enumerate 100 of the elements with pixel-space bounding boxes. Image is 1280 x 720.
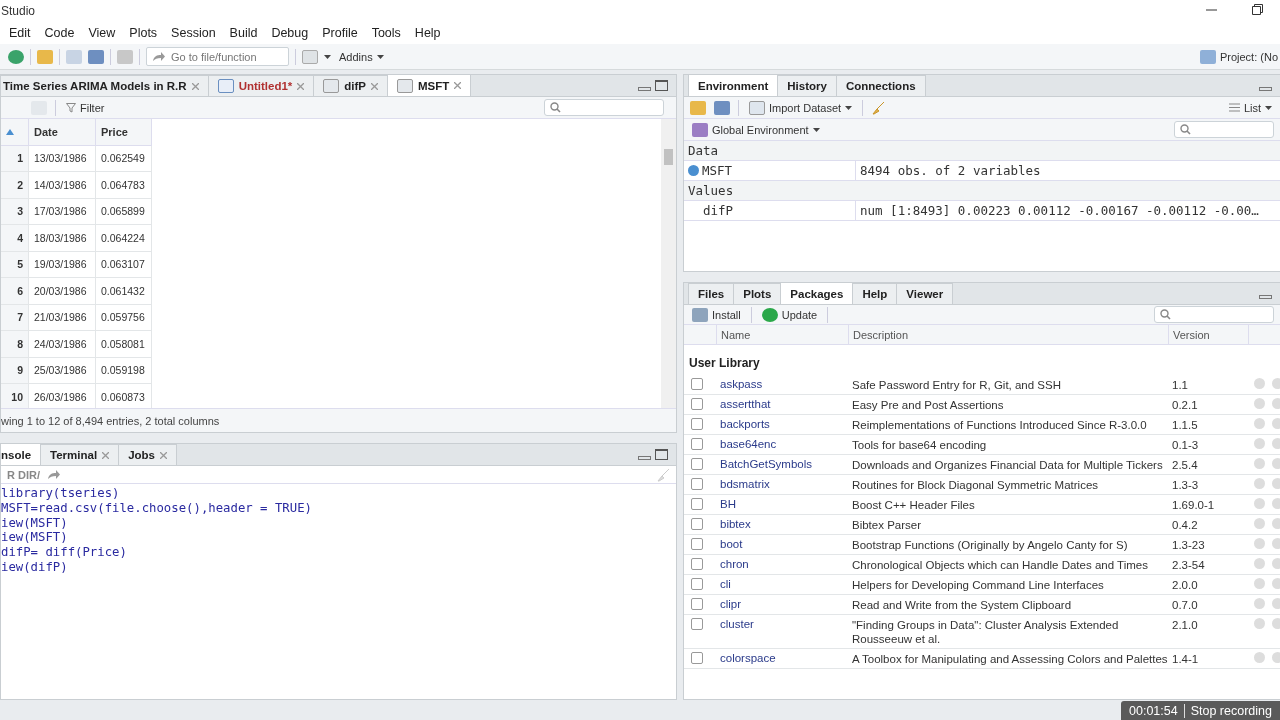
pane-tab[interactable]: Plots xyxy=(733,283,782,304)
package-link[interactable]: boot xyxy=(716,538,848,550)
column-header[interactable]: Price xyxy=(96,119,152,146)
column-header[interactable] xyxy=(1,119,29,146)
package-checkbox[interactable] xyxy=(691,478,703,490)
go-to-file-field[interactable]: Go to file/function xyxy=(146,47,289,66)
package-checkbox[interactable] xyxy=(691,598,703,610)
close-icon[interactable] xyxy=(297,82,305,90)
package-link[interactable]: assertthat xyxy=(716,398,848,410)
package-description: Reimplementations of Functions Introduced Since R-3.0.0 xyxy=(851,418,1148,432)
console-tab[interactable]: nsole xyxy=(1,444,42,465)
console-tab[interactable]: Jobs xyxy=(118,444,177,465)
update-button[interactable]: Update xyxy=(759,307,820,322)
variable-name[interactable]: MSFT xyxy=(702,163,733,178)
table-cell: 0.063107 xyxy=(96,251,152,278)
package-checkbox[interactable] xyxy=(691,538,703,550)
package-checkbox[interactable] xyxy=(691,518,703,530)
minimize-icon[interactable] xyxy=(638,456,651,460)
package-checkbox[interactable] xyxy=(691,498,703,510)
pane-tab[interactable]: Help xyxy=(852,283,898,304)
package-checkbox[interactable] xyxy=(691,558,703,570)
install-button[interactable]: Install xyxy=(690,307,743,322)
package-checkbox[interactable] xyxy=(691,438,703,450)
pane-tab[interactable]: Environment xyxy=(688,75,779,96)
close-icon[interactable] xyxy=(159,451,167,459)
search-field[interactable] xyxy=(1154,306,1274,323)
menu-item[interactable]: Tools xyxy=(364,26,408,40)
package-description: A Toolbox for Manipulating and Assessing Colors and Palettes xyxy=(851,652,1168,666)
package-checkbox[interactable] xyxy=(691,418,703,430)
variable-name[interactable]: difP xyxy=(703,203,734,218)
package-link[interactable]: BatchGetSymbols xyxy=(716,458,848,470)
package-link[interactable]: cli xyxy=(716,578,848,590)
table-cell: 0.065899 xyxy=(96,198,152,225)
menu-item[interactable]: Debug xyxy=(264,26,316,40)
sort-icon xyxy=(6,128,14,135)
broom-icon[interactable] xyxy=(871,100,886,115)
package-checkbox[interactable] xyxy=(691,458,703,470)
table-cell: 0.061432 xyxy=(96,278,152,305)
search-field[interactable] xyxy=(544,99,664,116)
restore-icon[interactable] xyxy=(1251,4,1263,15)
console-tab[interactable]: Terminal xyxy=(40,444,120,465)
package-checkbox[interactable] xyxy=(691,378,703,390)
package-link[interactable]: askpass xyxy=(716,378,848,390)
maximize-icon[interactable] xyxy=(655,449,668,460)
broom-icon[interactable] xyxy=(656,467,670,482)
package-link[interactable]: clipr xyxy=(716,598,848,610)
package-checkbox[interactable] xyxy=(691,618,703,630)
environment-selector[interactable]: Global Environment xyxy=(690,122,822,137)
menu-item[interactable]: Build xyxy=(222,26,265,40)
minimize-icon[interactable] xyxy=(638,87,651,91)
search-field[interactable] xyxy=(1174,121,1274,138)
package-checkbox[interactable] xyxy=(691,652,703,664)
column-header[interactable]: Description xyxy=(848,325,1168,344)
close-icon[interactable] xyxy=(191,82,199,90)
package-link[interactable]: BH xyxy=(716,498,848,510)
maximize-icon[interactable] xyxy=(655,80,668,91)
editor-tab[interactable]: Time Series ARIMA Models in R.R xyxy=(1,75,209,96)
package-checkbox[interactable] xyxy=(691,578,703,590)
package-link[interactable]: chron xyxy=(716,558,848,570)
filter-button[interactable]: Filter xyxy=(64,101,107,114)
package-link[interactable]: base64enc xyxy=(716,438,848,450)
row-number: 4 xyxy=(1,225,29,252)
close-icon[interactable] xyxy=(454,82,462,89)
editor-tab[interactable]: MSFT xyxy=(387,75,472,96)
menu-item[interactable]: Code xyxy=(37,26,82,40)
project-button[interactable]: Project: (No xyxy=(1197,49,1280,64)
pane-tab[interactable]: Files xyxy=(688,283,735,304)
pane-tab[interactable]: History xyxy=(777,75,837,96)
close-icon[interactable] xyxy=(371,82,379,90)
addins-button[interactable]: Addins xyxy=(337,50,386,63)
package-link[interactable]: cluster xyxy=(716,618,848,630)
package-link[interactable]: bdsmatrix xyxy=(716,478,848,490)
expand-icon[interactable] xyxy=(688,165,699,176)
import-dataset-button[interactable]: Import Dataset xyxy=(747,100,855,115)
column-header[interactable]: Version xyxy=(1168,325,1248,344)
close-icon[interactable] xyxy=(102,451,110,459)
stop-recording-button[interactable]: Stop recording xyxy=(1184,703,1280,718)
package-link[interactable]: colorspace xyxy=(716,652,848,664)
minimize-icon[interactable] xyxy=(1259,87,1272,91)
menu-item[interactable]: Help xyxy=(407,26,448,40)
scrollbar[interactable] xyxy=(661,119,676,408)
package-link[interactable]: bibtex xyxy=(716,518,848,530)
pane-tab[interactable]: Packages xyxy=(780,283,854,304)
menu-item[interactable]: View xyxy=(81,26,123,40)
pane-tab[interactable]: Viewer xyxy=(896,283,954,304)
menu-item[interactable]: Plots xyxy=(122,26,165,40)
console-line: iew(difP) xyxy=(1,560,69,575)
menu-item[interactable]: Edit xyxy=(2,26,38,40)
view-mode-button[interactable]: List xyxy=(1226,101,1274,114)
pane-tab[interactable]: Connections xyxy=(835,75,926,96)
column-header[interactable]: Date xyxy=(29,119,96,146)
editor-tab[interactable]: difP xyxy=(313,75,389,96)
menu-item[interactable]: Profile xyxy=(315,26,365,40)
package-checkbox[interactable] xyxy=(691,398,703,410)
column-header[interactable]: Name xyxy=(716,325,848,344)
package-link[interactable]: backports xyxy=(716,418,848,430)
package-version: 2.0.0 xyxy=(1171,578,1199,592)
minimize-icon[interactable] xyxy=(1259,295,1272,299)
menu-item[interactable]: Session xyxy=(164,26,223,40)
editor-tab[interactable]: Untitled1* xyxy=(207,75,315,96)
